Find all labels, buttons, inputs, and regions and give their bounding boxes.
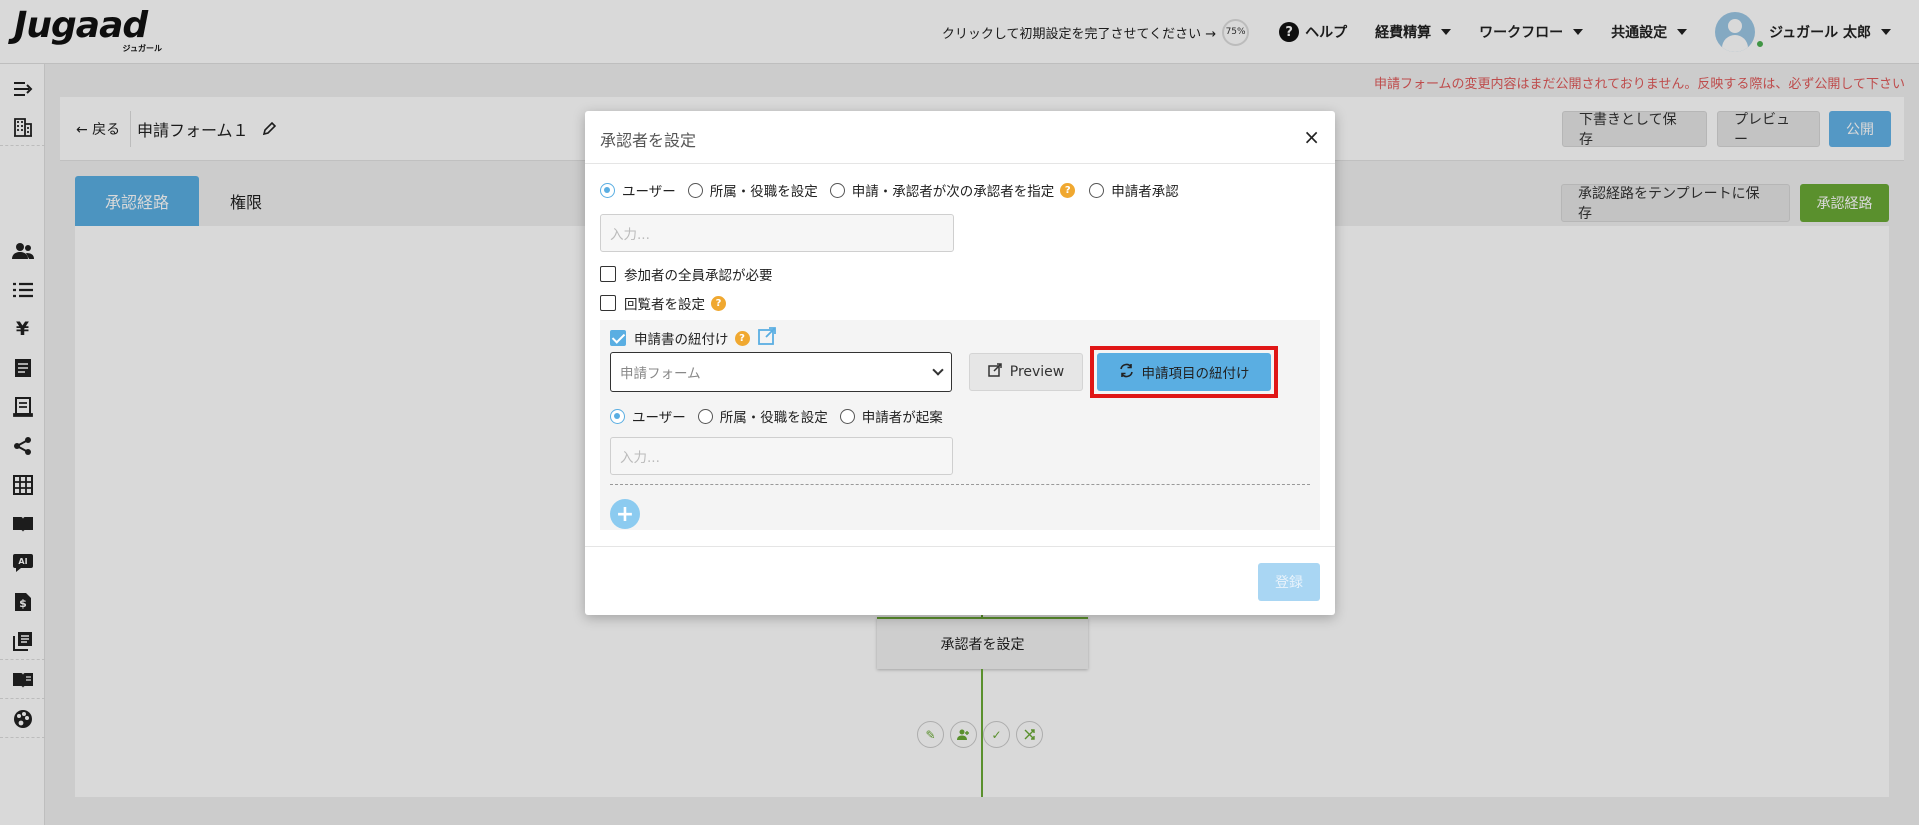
sub-approver-type-group: ユーザー 所属・役職を設定 申請者が起案	[610, 406, 955, 426]
register-button[interactable]: 登録	[1258, 563, 1320, 601]
panel-divider	[610, 484, 1310, 485]
add-plus-icon[interactable]: +	[610, 499, 640, 529]
radio-user-label: ユーザー	[622, 184, 676, 200]
radio-department-role-label: 所属・役職を設定	[709, 184, 818, 200]
sync-icon	[1119, 363, 1134, 382]
all-approval-label: 参加者の全員承認が必要	[624, 268, 773, 284]
form-preview-label: Preview	[1009, 364, 1065, 380]
all-approval-option: 参加者の全員承認が必要	[600, 264, 773, 284]
viewer-option: 回覧者を設定 ?	[600, 293, 740, 313]
radio-next-approver-label: 申請・承認者が次の承認者を指定	[851, 184, 1055, 200]
modal-footer-divider	[585, 546, 1335, 547]
form-select-value: 申請フォーム	[620, 366, 701, 382]
help-question-icon[interactable]: ?	[1060, 182, 1076, 198]
radio-applicant-approval[interactable]	[1089, 182, 1105, 198]
link-form-checkbox[interactable]	[610, 330, 626, 346]
approver-type-group: ユーザー 所属・役職を設定 申請・承認者が次の承認者を指定 ? 申請者承認	[600, 180, 1191, 200]
sub-approver-search-input[interactable]: 入力...	[610, 437, 953, 475]
radio-next-approver[interactable]	[829, 182, 845, 198]
chevron-down-icon	[932, 364, 944, 376]
link-form-option: 申請書の紐付け ?	[610, 327, 776, 349]
help-question-icon[interactable]: ?	[711, 295, 726, 311]
radio-user[interactable]	[600, 182, 615, 198]
form-select[interactable]: 申請フォーム	[610, 352, 952, 392]
external-link-icon[interactable]	[757, 327, 776, 349]
modal-title: 承認者を設定	[600, 131, 697, 150]
external-link-icon	[988, 363, 1002, 381]
sub-radio-user-label: ユーザー	[632, 410, 686, 426]
close-icon[interactable]: ×	[1303, 125, 1320, 149]
sub-radio-applicant-draft-label: 申請者が起案	[861, 410, 943, 426]
approver-settings-modal: 承認者を設定 × ユーザー 所属・役職を設定 申請・承認者が次の承認者を指定 ?…	[585, 111, 1335, 615]
help-question-icon[interactable]: ?	[734, 330, 750, 346]
radio-department-role[interactable]	[687, 182, 703, 198]
sub-radio-applicant-draft[interactable]	[839, 408, 855, 424]
sub-radio-user[interactable]	[610, 408, 625, 424]
link-form-label: 申請書の紐付け	[634, 332, 729, 348]
form-preview-button[interactable]: Preview	[969, 353, 1083, 391]
link-items-button[interactable]: 申請項目の紐付け	[1097, 353, 1271, 391]
radio-applicant-approval-label: 申請者承認	[1111, 184, 1179, 200]
link-items-label: 申請項目の紐付け	[1141, 366, 1250, 382]
all-approval-checkbox[interactable]	[600, 266, 616, 282]
modal-header-divider	[585, 163, 1335, 164]
sub-radio-department-role[interactable]	[697, 408, 713, 424]
viewer-label: 回覧者を設定	[624, 297, 705, 313]
viewer-checkbox[interactable]	[600, 295, 616, 311]
sub-radio-department-role-label: 所属・役職を設定	[719, 410, 828, 426]
approver-search-input[interactable]: 入力...	[600, 214, 954, 252]
